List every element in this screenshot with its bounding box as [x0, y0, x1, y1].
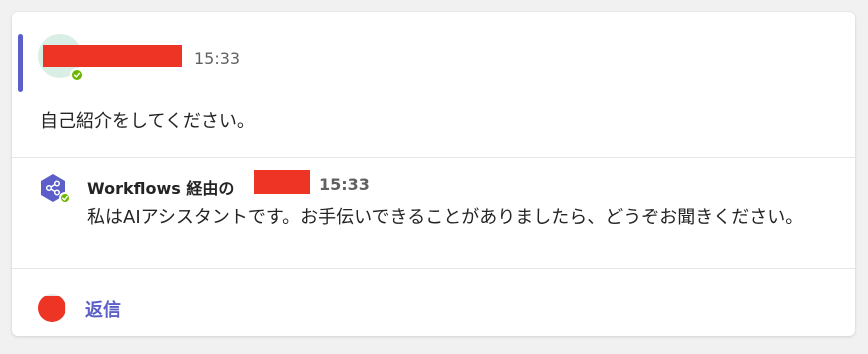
- message-body: 自己紹介をしてください。: [40, 111, 255, 132]
- redacted-reply-sender-name: [254, 170, 310, 194]
- redacted-sender-name: [43, 45, 182, 67]
- reply-timestamp: 15:33: [319, 175, 370, 194]
- reply-body: 私はAIアシスタントです。お手伝いできることがありましたら、どうぞお聞きください…: [87, 207, 804, 228]
- divider: [12, 157, 855, 158]
- unread-accent-bar: [18, 34, 23, 92]
- divider: [12, 268, 855, 269]
- redacted-avatar: [38, 296, 65, 322]
- message-timestamp: 15:33: [194, 49, 241, 68]
- reply-sender-label: Workflows 経由の: [87, 179, 235, 198]
- workflows-bot-icon[interactable]: [38, 173, 71, 204]
- message-card: 15:33 自己紹介をしてください。 Workflows 経由の 15:33 私…: [12, 12, 855, 336]
- available-status-icon: [70, 68, 84, 82]
- available-status-icon: [59, 192, 71, 204]
- current-user-avatar: [38, 294, 66, 322]
- reply-button[interactable]: 返信: [85, 296, 121, 322]
